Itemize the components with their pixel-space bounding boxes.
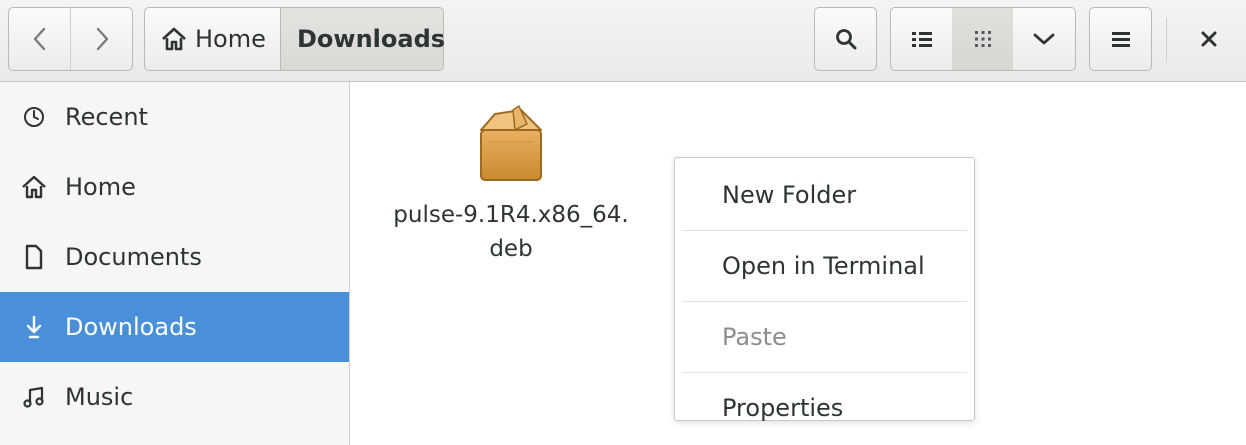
chevron-right-icon <box>96 27 108 51</box>
list-view-button[interactable] <box>890 7 953 71</box>
menu-button[interactable] <box>1089 7 1152 71</box>
breadcrumb: Home Downloads <box>144 7 446 71</box>
package-icon <box>475 104 547 184</box>
file-name-line-1: pulse-9.1R4.x86_64. <box>393 202 629 228</box>
breadcrumb-home-label: Home <box>195 25 266 53</box>
context-menu: New Folder Open in Terminal Paste Proper… <box>674 157 975 422</box>
close-icon <box>1201 31 1217 47</box>
sidebar-item-label: Recent <box>65 103 148 131</box>
home-icon <box>18 171 50 203</box>
sidebar-item-documents[interactable]: Documents <box>0 222 349 292</box>
grid-view-icon <box>974 31 991 47</box>
breadcrumb-downloads-label: Downloads <box>297 25 446 53</box>
header-bar: Home Downloads <box>0 0 1246 82</box>
menu-item-open-in-terminal[interactable]: Open in Terminal <box>675 239 974 293</box>
sidebar-item-label: Home <box>65 173 136 201</box>
file-item[interactable]: pulse-9.1R4.x86_64. deb <box>371 104 651 266</box>
search-icon <box>835 29 856 50</box>
document-icon <box>18 241 50 273</box>
sidebar-item-downloads[interactable]: Downloads <box>0 292 349 362</box>
file-manager-window: Home Downloads Recent Home Documents Dow… <box>0 0 1246 445</box>
menu-divider <box>682 230 967 231</box>
sidebar-item-label: Documents <box>65 243 202 271</box>
forward-button[interactable] <box>70 7 133 71</box>
grid-view-button[interactable] <box>952 7 1014 71</box>
breadcrumb-home[interactable]: Home <box>144 7 281 71</box>
sidebar-item-label: Music <box>65 383 134 411</box>
file-name: pulse-9.1R4.x86_64. deb <box>371 198 651 266</box>
menu-item-properties[interactable]: Properties <box>675 381 974 435</box>
chevron-left-icon <box>33 27 45 51</box>
list-view-icon <box>911 32 932 47</box>
chevron-down-icon <box>1033 33 1055 45</box>
home-icon <box>162 27 186 51</box>
search-button[interactable] <box>814 7 877 71</box>
back-button[interactable] <box>8 7 71 71</box>
sidebar-item-home[interactable]: Home <box>0 152 349 222</box>
header-separator <box>1166 18 1167 62</box>
menu-item-paste: Paste <box>722 323 787 351</box>
clock-icon <box>18 101 50 133</box>
menu-divider <box>682 372 967 373</box>
sidebar-item-label: Downloads <box>65 313 197 341</box>
file-name-line-2: deb <box>489 236 533 262</box>
sidebar-item-music[interactable]: Music <box>0 362 349 432</box>
view-options-button[interactable] <box>1013 7 1076 71</box>
breadcrumb-downloads[interactable]: Downloads <box>281 7 446 71</box>
hamburger-menu-icon <box>1111 32 1130 47</box>
music-note-icon <box>18 381 50 413</box>
sidebar-item-recent[interactable]: Recent <box>0 82 349 152</box>
menu-item-new-folder[interactable]: New Folder <box>675 168 974 222</box>
close-button[interactable] <box>1178 7 1240 71</box>
menu-divider <box>682 301 967 302</box>
download-arrow-icon <box>18 311 50 343</box>
sidebar: Recent Home Documents Downloads Music <box>0 82 350 445</box>
